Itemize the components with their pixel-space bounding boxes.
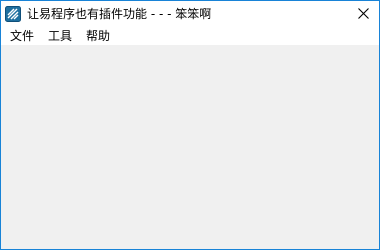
menu-help[interactable]: 帮助: [86, 27, 110, 45]
close-icon: [358, 8, 369, 19]
menu-file[interactable]: 文件: [10, 27, 34, 45]
title-bar[interactable]: 让易程序也有插件功能 - - - 笨笨啊: [1, 1, 379, 27]
close-button[interactable]: [349, 1, 379, 27]
app-icon: [5, 6, 21, 22]
menu-tools[interactable]: 工具: [48, 27, 72, 45]
app-window: 让易程序也有插件功能 - - - 笨笨啊 文件 工具 帮助: [0, 0, 380, 250]
window-title: 让易程序也有插件功能 - - - 笨笨啊: [27, 7, 212, 21]
client-area: [1, 45, 379, 249]
menu-bar: 文件 工具 帮助: [1, 27, 379, 45]
